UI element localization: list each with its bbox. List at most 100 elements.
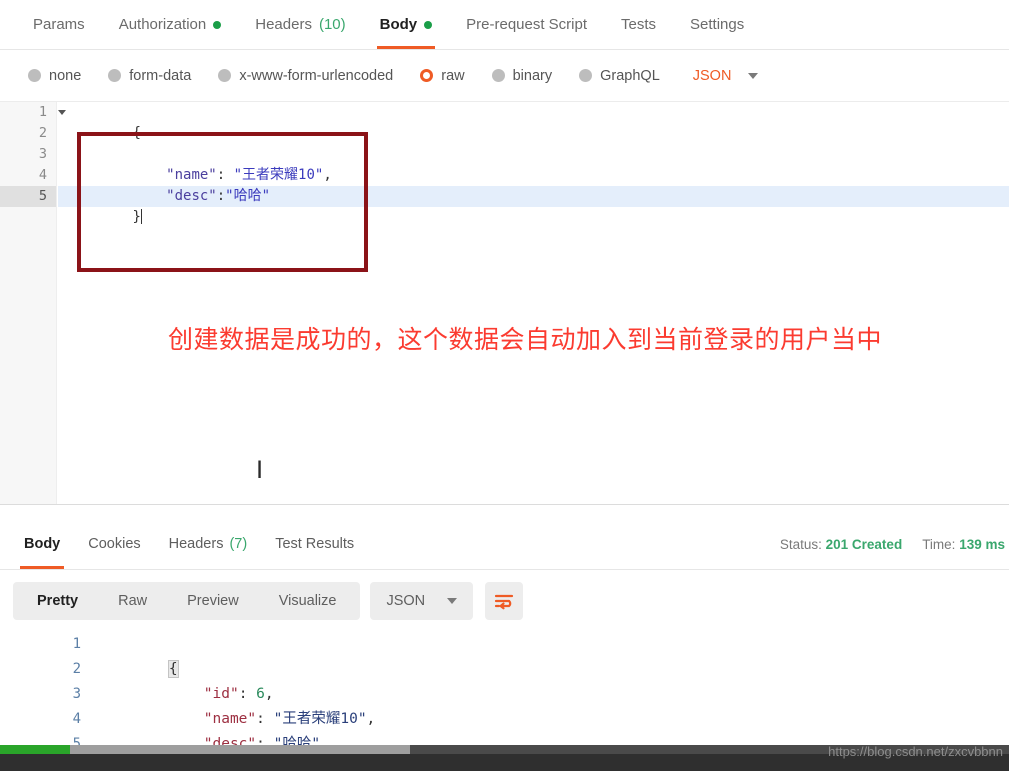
code-value-desc: "哈哈" [273,736,321,745]
view-tab-preview[interactable]: Preview [167,582,259,620]
response-format-select[interactable]: JSON [370,582,474,620]
tab-params[interactable]: Params [16,0,102,49]
body-type-form-data-label: form-data [129,67,192,84]
body-type-none-label: none [49,67,82,84]
radio-icon [218,69,232,82]
word-wrap-button[interactable] [485,582,524,620]
line-number: 4 [72,711,81,727]
body-type-raw[interactable]: raw [420,68,465,84]
tab-settings[interactable]: Settings [673,0,761,49]
code-colon: : [216,167,234,183]
gutter-line-number[interactable]: 5 [0,186,56,207]
watermark-text: https://blog.csdn.net/zxcvbbnn [828,744,1003,759]
line-number-text: 1 [38,104,47,120]
status-badge: Status: 201 Created [780,537,902,552]
text-caret [140,209,142,224]
body-type-none[interactable]: none [28,68,81,84]
response-tab-test-results-label: Test Results [275,535,355,552]
code-comma: , [264,686,274,702]
radio-icon [28,69,41,82]
code-colon: : [216,188,226,204]
response-tab-headers[interactable]: Headers (7) [155,518,262,569]
status-label: Status: [779,536,822,552]
code-value-desc: "哈哈" [225,188,271,204]
radio-icon [491,69,505,82]
radio-icon [579,69,593,82]
response-tab-test-results[interactable]: Test Results [261,518,368,569]
code-colon: : [256,736,274,745]
tab-pre-request-script-label: Pre-request Script [466,16,588,33]
line-number-text: 2 [38,125,47,141]
body-type-binary[interactable]: binary [491,67,553,84]
tab-settings-label: Settings [690,16,745,33]
chevron-down-icon [748,72,759,79]
authorization-status-dot-icon [213,20,222,29]
radio-selected-icon [420,69,434,82]
code-line: "id": 6, [99,657,1009,702]
body-type-form-data[interactable]: form-data [108,68,191,84]
request-body-editor[interactable]: 1 2 3 4 5 { "name": "王者荣耀10", "desc":"哈哈… [0,102,1009,505]
request-format-select[interactable]: JSON [693,68,759,84]
response-tab-body-label: Body [24,535,61,552]
response-tab-headers-label: Headers [168,535,224,552]
code-comma: , [366,711,376,727]
body-type-graphql[interactable]: GraphQL [579,68,660,84]
tab-tests-label: Tests [621,16,657,33]
request-code-area[interactable]: { "name": "王者荣耀10", "desc":"哈哈" } [58,102,1009,504]
response-toolbar: Pretty Raw Preview Visualize JSON [0,570,1009,632]
code-colon: : [256,711,274,727]
code-line[interactable]: "name": "王者荣耀10", [58,144,1009,183]
code-comma: , [323,167,332,183]
code-brace-open: { [132,125,141,141]
response-editor-gutter: 1 2 3 4 5 [0,632,99,745]
response-body-viewer[interactable]: 1 2 3 4 5 { "id": 6, "name": "王者荣耀10", "… [0,632,1009,745]
view-tab-pretty[interactable]: Pretty [17,582,98,620]
time-badge: Time: 139 ms [922,537,1005,552]
response-meta: Status: 201 Created Time: 139 ms [780,518,1009,570]
body-type-binary-label: binary [512,67,553,84]
response-tab-headers-count: (7) [229,535,248,552]
gutter-line-number[interactable]: 1 [0,102,66,123]
view-tab-visualize[interactable]: Visualize [259,582,357,620]
tab-params-label: Params [33,16,85,33]
view-tab-visualize-label: Visualize [278,593,337,609]
body-status-dot-icon [424,20,433,29]
time-value: 139 ms [959,536,1005,552]
line-number: 3 [72,686,81,702]
view-tab-preview-label: Preview [187,593,239,609]
code-brace-close: } [132,209,141,225]
progress-indicator [0,745,70,754]
gutter-line-number[interactable]: 2 [0,123,56,144]
code-key-name: "name" [166,167,217,183]
response-code-area[interactable]: { "id": 6, "name": "王者荣耀10", "desc": "哈哈… [99,632,1009,745]
body-type-graphql-label: GraphQL [600,67,660,84]
view-tab-pretty-label: Pretty [37,593,79,609]
postman-window: Params Authorization Headers (10) Body P… [0,0,1009,771]
code-brace-open: { [167,660,179,678]
code-line[interactable] [58,123,1009,144]
tab-body[interactable]: Body [363,0,450,49]
radio-icon [108,69,122,82]
gutter-line-number[interactable]: 4 [0,165,56,186]
response-tab-body[interactable]: Body [10,518,74,569]
tab-headers[interactable]: Headers (10) [238,0,362,49]
tab-authorization[interactable]: Authorization [102,0,239,49]
code-line[interactable]: { [58,102,1009,141]
tab-authorization-label: Authorization [118,16,207,33]
view-tab-raw[interactable]: Raw [98,582,167,620]
response-tab-cookies[interactable]: Cookies [74,518,154,569]
body-type-row: none form-data x-www-form-urlencoded raw… [0,50,1009,102]
line-number: 2 [72,661,81,677]
gutter-line-number[interactable]: 3 [0,144,56,165]
body-type-urlencoded[interactable]: x-www-form-urlencoded [218,68,393,84]
horizontal-scrollbar-thumb[interactable] [70,745,410,754]
tab-tests[interactable]: Tests [604,0,673,49]
tab-pre-request-script[interactable]: Pre-request Script [449,0,604,49]
body-type-urlencoded-label: x-www-form-urlencoded [239,67,394,84]
view-tab-raw-label: Raw [118,593,148,609]
